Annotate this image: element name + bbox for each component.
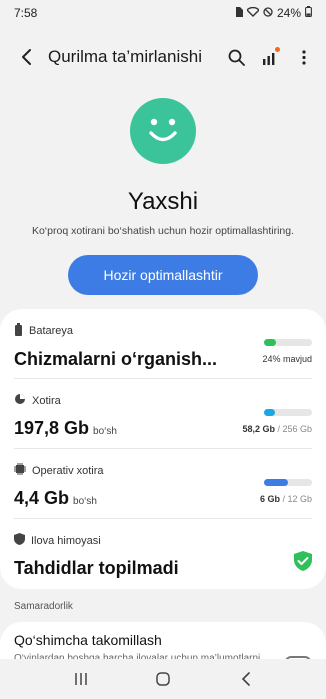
page-title: Qurilma ta’mirlanishi <box>48 47 202 66</box>
protection-label: Ilova himoyasi <box>31 534 101 547</box>
battery-item[interactable]: Batareya Chizmalarni o‘rganish... 24% ma… <box>14 309 312 379</box>
battery-icon <box>305 6 312 20</box>
more-vert-icon[interactable] <box>290 43 318 71</box>
status-time: 7:58 <box>14 6 38 20</box>
signal-bars-icon[interactable] <box>256 43 284 71</box>
ram-item[interactable]: Operativ xotira 4,4 Gb bo‘sh 6 Gb / 12 G… <box>14 449 312 519</box>
navigation-bar <box>0 659 326 699</box>
battery-caption: 24% mavjud <box>262 354 312 364</box>
storage-label: Xotira <box>32 394 61 407</box>
dnd-icon <box>263 6 273 20</box>
smiley-icon <box>130 98 196 164</box>
storage-pie-icon <box>14 393 26 408</box>
notification-dot <box>275 47 280 52</box>
status-title: Yaxshi <box>127 188 199 215</box>
storage-bar <box>264 409 312 416</box>
ram-unit: bo‘sh <box>73 496 97 507</box>
ram-value: 4,4 Gb <box>14 488 70 508</box>
storage-bar-fill <box>264 409 276 416</box>
battery-icon <box>14 323 23 339</box>
storage-total: / 256 Gb <box>277 424 312 434</box>
memory-chip-icon <box>14 463 26 478</box>
battery-bar <box>264 339 312 346</box>
wifi-icon <box>245 6 260 20</box>
home-icon[interactable] <box>148 664 178 694</box>
storage-unit: bo‘sh <box>93 426 117 437</box>
section-label-performance: Samaradorlik <box>14 601 73 612</box>
ram-used: 6 Gb <box>259 494 280 504</box>
back-icon[interactable] <box>230 664 260 694</box>
optimize-now-button[interactable]: Hozir optimallashtir <box>68 255 258 295</box>
search-icon[interactable] <box>222 43 250 71</box>
back-arrow-icon[interactable] <box>12 42 42 72</box>
app-bar: Qurilma ta’mirlanishi <box>0 26 326 88</box>
storage-item[interactable]: Xotira 197,8 Gb bo‘sh 58,2 Gb / 256 Gb <box>14 379 312 449</box>
storage-value: 197,8 Gb <box>14 418 90 438</box>
perf-title: Qo‘shimcha takomillash <box>14 632 162 648</box>
shield-icon <box>14 533 25 548</box>
app-protection-item[interactable]: Ilova himoyasi Tahdidlar topilmadi <box>14 519 312 589</box>
ram-bar-fill <box>264 479 288 486</box>
battery-bar-fill <box>264 339 276 346</box>
ram-label: Operativ xotira <box>32 464 104 477</box>
recents-icon[interactable] <box>66 664 96 694</box>
sim-icon <box>235 6 243 20</box>
storage-used: 58,2 Gb <box>242 424 275 434</box>
ram-bar <box>264 479 312 486</box>
ram-total: / 12 Gb <box>282 494 312 504</box>
battery-percent: 24% <box>276 6 301 20</box>
shield-check-icon <box>294 551 312 576</box>
status-hero: Yaxshi Ko‘proq xotirani bo‘shatish uchun… <box>0 98 326 295</box>
battery-label: Batareya <box>29 325 74 337</box>
summary-card: Batareya Chizmalarni o‘rganish... 24% ma… <box>0 309 326 589</box>
protection-value: Tahdidlar topilmadi <box>14 558 179 578</box>
battery-value: Chizmalarni o‘rganish... <box>14 349 218 369</box>
status-bar: 7:58 24% <box>0 0 326 26</box>
status-subtitle: Ko‘proq xotirani bo‘shatish uchun hozir … <box>31 225 295 237</box>
